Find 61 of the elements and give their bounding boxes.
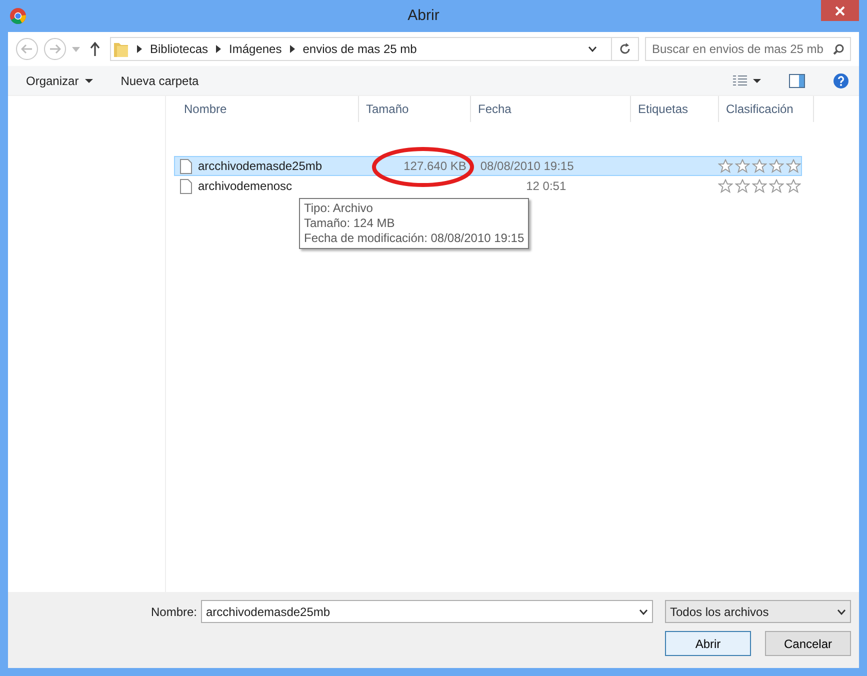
star-icon[interactable] bbox=[718, 159, 733, 173]
star-rating[interactable] bbox=[718, 159, 801, 173]
history-caret-icon[interactable] bbox=[72, 46, 80, 52]
file-icon bbox=[180, 178, 192, 194]
column-header[interactable]: Nombre bbox=[177, 96, 359, 122]
organize-menu[interactable]: Organizar bbox=[26, 72, 93, 90]
file-icon bbox=[180, 158, 192, 174]
close-button[interactable] bbox=[821, 0, 859, 21]
file-name: arcchivodemasde25mb bbox=[198, 158, 324, 175]
star-rating[interactable] bbox=[718, 179, 801, 193]
filename-label: Nombre: bbox=[150, 604, 197, 620]
caret-icon[interactable] bbox=[753, 78, 761, 82]
file-row[interactable]: arcchivodemasde25mb 127.640 KB 08/08/2010 19:15 bbox=[174, 156, 802, 176]
file-name: archivodemenosc bbox=[198, 178, 294, 195]
view-options-icon[interactable] bbox=[733, 74, 747, 86]
dialog-button[interactable]: Abrir bbox=[665, 631, 751, 656]
column-header[interactable]: Fecha bbox=[471, 96, 631, 122]
star-icon[interactable] bbox=[786, 179, 801, 193]
tooltip-line: Tipo: Archivo bbox=[304, 201, 374, 216]
star-icon[interactable] bbox=[769, 179, 784, 193]
star-icon[interactable] bbox=[752, 159, 767, 173]
column-header[interactable]: Clasificación bbox=[719, 96, 814, 122]
up-arrow-icon[interactable] bbox=[90, 42, 100, 56]
forward-arrow-icon bbox=[49, 44, 61, 54]
back-arrow-icon bbox=[21, 44, 33, 54]
column-header[interactable]: Tamaño bbox=[359, 96, 471, 122]
star-icon[interactable] bbox=[752, 179, 767, 193]
star-icon[interactable] bbox=[718, 179, 733, 193]
back-button[interactable] bbox=[16, 38, 38, 60]
window-title: Abrir bbox=[406, 6, 440, 26]
browser-logo-icon bbox=[10, 8, 26, 24]
star-icon[interactable] bbox=[786, 159, 801, 173]
tooltip-line: Tamaño: 124 MB bbox=[304, 216, 396, 231]
star-icon[interactable] bbox=[769, 159, 784, 173]
file-row[interactable]: archivodemenosc 12 0:51 bbox=[174, 176, 802, 196]
breadcrumb-item[interactable]: Bibliotecas bbox=[150, 40, 208, 58]
close-icon bbox=[835, 6, 845, 16]
chevron-icon[interactable] bbox=[137, 45, 142, 53]
chevron-icon[interactable] bbox=[216, 45, 222, 53]
tooltip-line: Fecha de modificación: 08/08/2010 19:15 bbox=[304, 231, 524, 246]
search-field[interactable]: Buscar en envios de mas 25 mb bbox=[645, 37, 851, 61]
forward-button[interactable] bbox=[44, 38, 66, 60]
new-folder-button[interactable]: Nueva carpeta bbox=[120, 72, 199, 90]
star-icon[interactable] bbox=[735, 159, 750, 173]
file-date: 08/08/2010 19:15 bbox=[479, 158, 575, 175]
filename-field[interactable]: arcchivodemasde25mb bbox=[201, 600, 653, 623]
breadcrumb-item[interactable]: Imágenes bbox=[229, 40, 282, 58]
preview-pane-icon[interactable] bbox=[789, 74, 805, 88]
address-bar[interactable]: Bibliotecas Imágenes envios de mas 25 mb bbox=[110, 37, 639, 61]
file-date: 12 0:51 bbox=[525, 178, 568, 195]
column-header[interactable]: Etiquetas bbox=[631, 96, 719, 122]
chevron-icon[interactable] bbox=[290, 45, 295, 53]
star-icon[interactable] bbox=[735, 179, 750, 193]
file-size: 127.640 KB bbox=[402, 158, 468, 175]
folder-icon bbox=[113, 40, 129, 58]
search-icon bbox=[833, 44, 844, 54]
file-type-dropdown[interactable]: Todos los archivos bbox=[665, 600, 851, 623]
dialog-button[interactable]: Cancelar bbox=[765, 631, 851, 656]
help-icon[interactable] bbox=[833, 72, 849, 88]
caret-icon bbox=[84, 78, 93, 82]
breadcrumb-item[interactable]: envios de mas 25 mb bbox=[302, 40, 417, 58]
